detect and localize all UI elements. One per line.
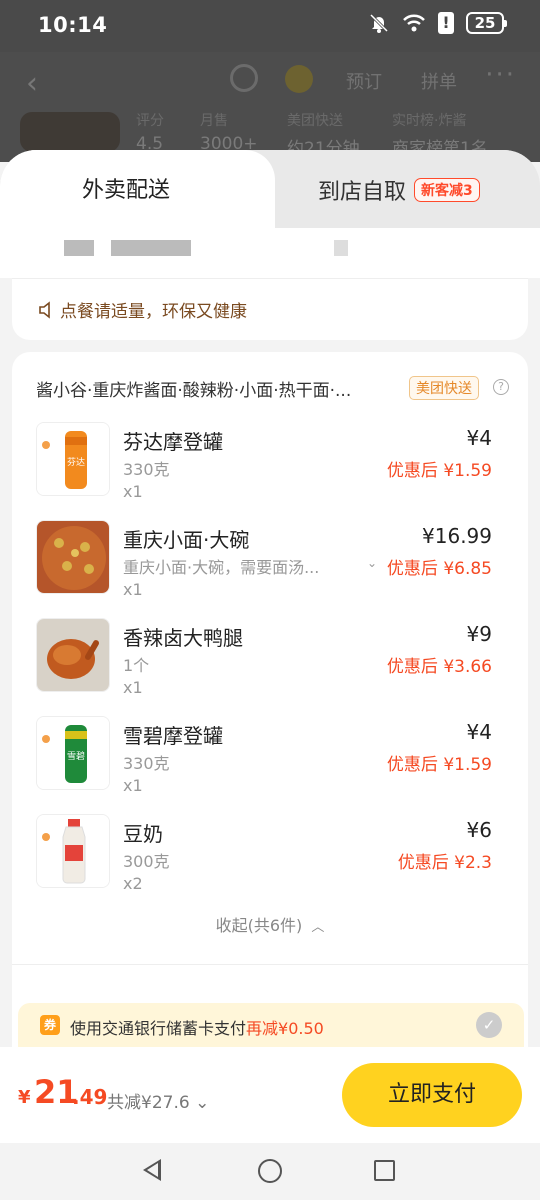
speaker-icon bbox=[39, 300, 50, 319]
order-item[interactable]: 豆奶 300克 x2 ¥6 优惠后 ¥2.3 bbox=[12, 814, 528, 904]
item-discount-price: 优惠后 ¥2.3 bbox=[397, 853, 492, 873]
collapse-label: 收起(共6件) bbox=[215, 916, 303, 935]
more-icon: ··· bbox=[485, 60, 516, 90]
store-name[interactable]: 酱小谷·重庆炸酱面·酸辣粉·小面·热干面·... bbox=[36, 376, 396, 401]
store-badge-icon bbox=[285, 65, 313, 93]
delivery-tag: 美团快送 bbox=[409, 376, 479, 400]
item-discount-price: 优惠后 ¥1.59 bbox=[386, 461, 492, 481]
item-price: ¥9 bbox=[466, 622, 492, 646]
total-amount-decimal: .49 bbox=[72, 1085, 108, 1109]
clock: 10:14 bbox=[38, 13, 108, 37]
item-discount-price: 优惠后 ¥6.85 bbox=[386, 559, 492, 579]
pay-bar: ¥ 21 .49 共减¥27.6 ⌄ 立即支付 bbox=[0, 1047, 540, 1143]
eco-notice: 点餐请适量，环保又健康 bbox=[12, 278, 528, 340]
coupon-icon: 券 bbox=[40, 1015, 60, 1035]
item-qty: x2 bbox=[123, 874, 143, 893]
store-thumbnail bbox=[20, 112, 120, 152]
chevron-up-icon: ︿ bbox=[311, 920, 325, 935]
item-price: ¥4 bbox=[466, 426, 492, 450]
status-icons: ! 25 bbox=[368, 12, 507, 34]
item-qty: x1 bbox=[123, 776, 143, 795]
svg-text:雪碧: 雪碧 bbox=[67, 750, 85, 762]
item-spec: 1个 bbox=[123, 656, 150, 675]
new-customer-tag: 新客减3 bbox=[414, 178, 480, 202]
notice-text: 点餐请适量，环保又健康 bbox=[60, 302, 247, 322]
bank-promo-banner[interactable]: 券 使用交通银行储蓄卡支付再减¥0.50 ✓ bbox=[18, 1003, 524, 1047]
item-image bbox=[36, 520, 110, 594]
item-qty: x1 bbox=[123, 678, 143, 697]
nav-preorder: 预订 bbox=[346, 72, 382, 93]
item-name: 芬达摩登罐 bbox=[123, 430, 223, 454]
item-image: 雪碧 bbox=[36, 716, 110, 790]
item-discount-price: 优惠后 ¥3.66 bbox=[386, 657, 492, 677]
tab-delivery-label: 外卖配送 bbox=[82, 178, 171, 203]
address-redacted bbox=[111, 240, 191, 256]
item-spec: 300克 bbox=[123, 852, 170, 871]
item-price: ¥6 bbox=[466, 818, 492, 842]
saved-label: 共减¥27.6 bbox=[107, 1093, 190, 1113]
alert-icon: ! bbox=[438, 12, 454, 34]
tab-delivery[interactable]: 外卖配送 bbox=[0, 150, 275, 230]
collapse-items-button[interactable]: 收起(共6件) ︿ bbox=[12, 912, 528, 936]
chevron-down-icon[interactable]: ⌄ bbox=[367, 556, 377, 570]
tab-pickup[interactable]: 到店自取 新客减3 bbox=[318, 174, 480, 206]
order-item[interactable]: 重庆小面·大碗 重庆小面·大碗，需要面汤... ⌄ x1 ¥16.99 优惠后 … bbox=[12, 520, 528, 610]
divider bbox=[12, 964, 528, 965]
item-name: 豆奶 bbox=[123, 822, 163, 846]
search-icon bbox=[230, 64, 258, 92]
item-image: 芬达 bbox=[36, 422, 110, 496]
check-icon[interactable]: ✓ bbox=[476, 1012, 502, 1038]
tab-pickup-label: 到店自取 bbox=[318, 180, 407, 205]
help-icon[interactable]: ? bbox=[493, 379, 509, 395]
svg-text:芬达: 芬达 bbox=[67, 456, 85, 468]
item-name: 重庆小面·大碗 bbox=[123, 528, 250, 552]
order-sheet: 外卖配送 到店自取 新客减3 点餐请适量，环保又健康 酱小谷·重庆炸酱面·酸辣粉… bbox=[0, 150, 540, 1048]
item-qty: x1 bbox=[123, 482, 143, 501]
item-spec: 330克 bbox=[123, 754, 170, 773]
item-discount-price: 优惠后 ¥1.59 bbox=[386, 755, 492, 775]
address-redacted bbox=[334, 240, 348, 256]
order-item[interactable]: 芬达 芬达摩登罐 330克 x1 ¥4 优惠后 ¥1.59 bbox=[12, 422, 528, 512]
meta-sales: 月售 3000+ bbox=[200, 113, 258, 154]
promo-text: 使用交通银行储蓄卡支付再减¥0.50 bbox=[70, 1015, 324, 1039]
item-qty: x1 bbox=[123, 580, 143, 599]
chevron-down-icon: ⌄ bbox=[195, 1093, 210, 1113]
item-image bbox=[36, 618, 110, 692]
system-nav-bar bbox=[0, 1143, 540, 1200]
battery-icon: 25 bbox=[466, 12, 507, 34]
order-item[interactable]: 雪碧 雪碧摩登罐 330克 x1 ¥4 优惠后 ¥1.59 bbox=[12, 716, 528, 806]
promo-highlight: 再减¥0.50 bbox=[246, 1019, 324, 1038]
address-redacted bbox=[64, 240, 94, 256]
item-name: 雪碧摩登罐 bbox=[123, 724, 223, 748]
total-saved[interactable]: 共减¥27.6 ⌄ bbox=[107, 1088, 209, 1113]
nav-back-icon[interactable] bbox=[143, 1159, 161, 1181]
nav-group-order: 拼单 bbox=[421, 72, 457, 93]
status-bar: 10:14 ! 25 bbox=[0, 0, 540, 52]
item-spec: 重庆小面·大碗，需要面汤... bbox=[123, 558, 320, 577]
item-image bbox=[36, 814, 110, 888]
order-card: 酱小谷·重庆炸酱面·酸辣粉·小面·热干面·... 美团快送 ? 芬达 芬达摩登罐… bbox=[12, 352, 528, 1048]
currency-symbol: ¥ bbox=[18, 1087, 31, 1108]
meta-rating: 评分 4.5 bbox=[136, 113, 164, 154]
item-price: ¥16.99 bbox=[422, 524, 492, 548]
promo-label: 使用交通银行储蓄卡支付 bbox=[70, 1019, 247, 1038]
item-spec: 330克 bbox=[123, 460, 170, 479]
bell-muted-icon bbox=[369, 13, 389, 33]
background-store-page: ‹ 预订 拼单 ··· 评分 4.5 月售 3000+ 美团快送 约21分钟 实时榜·… bbox=[0, 52, 540, 162]
order-item[interactable]: 香辣卤大鸭腿 1个 x1 ¥9 优惠后 ¥3.66 bbox=[12, 618, 528, 708]
pay-now-button[interactable]: 立即支付 bbox=[342, 1063, 522, 1127]
delivery-mode-tabs: 外卖配送 到店自取 新客减3 bbox=[0, 150, 540, 230]
nav-home-icon[interactable] bbox=[258, 1159, 282, 1183]
back-arrow-icon: ‹ bbox=[26, 66, 38, 101]
nav-recents-icon[interactable] bbox=[374, 1160, 395, 1181]
item-price: ¥4 bbox=[466, 720, 492, 744]
wifi-icon bbox=[403, 14, 425, 32]
item-name: 香辣卤大鸭腿 bbox=[123, 626, 243, 650]
